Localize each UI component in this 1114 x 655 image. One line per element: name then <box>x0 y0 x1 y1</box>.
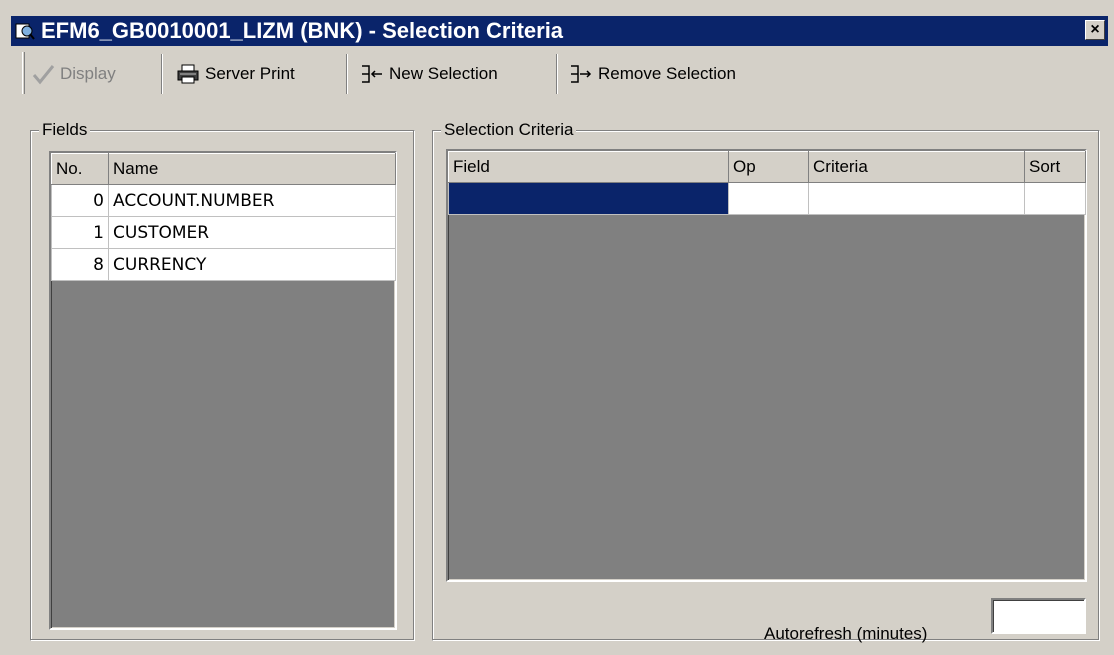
table-row[interactable] <box>448 182 1086 215</box>
server-print-label: Server Print <box>205 64 295 83</box>
column-header-sort[interactable]: Sort <box>1024 151 1086 183</box>
field-number: 8 <box>51 248 109 281</box>
display-button[interactable]: Display <box>31 58 116 90</box>
toolbar-separator <box>556 54 558 94</box>
field-number: 1 <box>51 216 109 249</box>
autorefresh-label: Autorefresh (minutes) <box>764 624 928 643</box>
remove-selection-label: Remove Selection <box>598 64 736 83</box>
column-header-no[interactable]: No. <box>51 153 109 185</box>
add-row-icon <box>362 65 382 83</box>
server-print-button[interactable]: Server Print <box>176 58 295 90</box>
app-icon <box>15 23 35 40</box>
field-name: CUSTOMER <box>108 216 396 249</box>
remove-selection-button[interactable]: Remove Selection <box>569 58 736 90</box>
field-number: 0 <box>51 184 109 217</box>
criteria-header-row: Field Op Criteria Sort <box>448 151 1086 183</box>
autorefresh-input[interactable] <box>991 598 1086 634</box>
fields-header-row: No. Name <box>51 153 396 185</box>
table-row[interactable]: 1 CUSTOMER <box>51 216 396 249</box>
new-selection-label: New Selection <box>389 64 498 83</box>
close-button[interactable]: × <box>1085 20 1105 40</box>
fields-legend: Fields <box>39 119 91 141</box>
title-bar: EFM6_GB0010001_LIZM (BNK) - Selection Cr… <box>11 16 1108 46</box>
display-button-label: Display <box>60 64 116 83</box>
toolbar-separator <box>346 54 348 94</box>
selection-criteria-legend: Selection Criteria <box>441 119 577 141</box>
new-selection-button[interactable]: New Selection <box>360 58 498 90</box>
toolbar-grip <box>22 52 25 94</box>
checkmark-icon <box>32 65 55 85</box>
criteria-value-cell[interactable] <box>808 182 1025 215</box>
table-row[interactable]: 0 ACCOUNT.NUMBER <box>51 184 396 217</box>
fields-list[interactable]: No. Name 0 ACCOUNT.NUMBER 1 CUSTOMER 8 C… <box>49 151 397 630</box>
criteria-op-cell[interactable] <box>728 182 809 215</box>
window-title: EFM6_GB0010001_LIZM (BNK) - Selection Cr… <box>41 18 564 43</box>
toolbar-separator <box>161 54 163 94</box>
field-name: ACCOUNT.NUMBER <box>108 184 396 217</box>
table-row[interactable]: 8 CURRENCY <box>51 248 396 281</box>
toolbar: Display Server Print New Selection Remov… <box>11 52 1108 98</box>
close-icon: × <box>1090 21 1100 38</box>
column-header-criteria[interactable]: Criteria <box>808 151 1025 183</box>
criteria-field-cell[interactable] <box>448 182 729 215</box>
remove-row-icon <box>571 65 592 83</box>
column-header-name[interactable]: Name <box>108 153 396 185</box>
printer-icon <box>177 64 199 84</box>
criteria-sort-cell[interactable] <box>1024 182 1086 215</box>
field-name: CURRENCY <box>108 248 396 281</box>
column-header-field[interactable]: Field <box>448 151 729 183</box>
column-header-op[interactable]: Op <box>728 151 809 183</box>
criteria-grid[interactable]: Field Op Criteria Sort <box>446 149 1087 582</box>
